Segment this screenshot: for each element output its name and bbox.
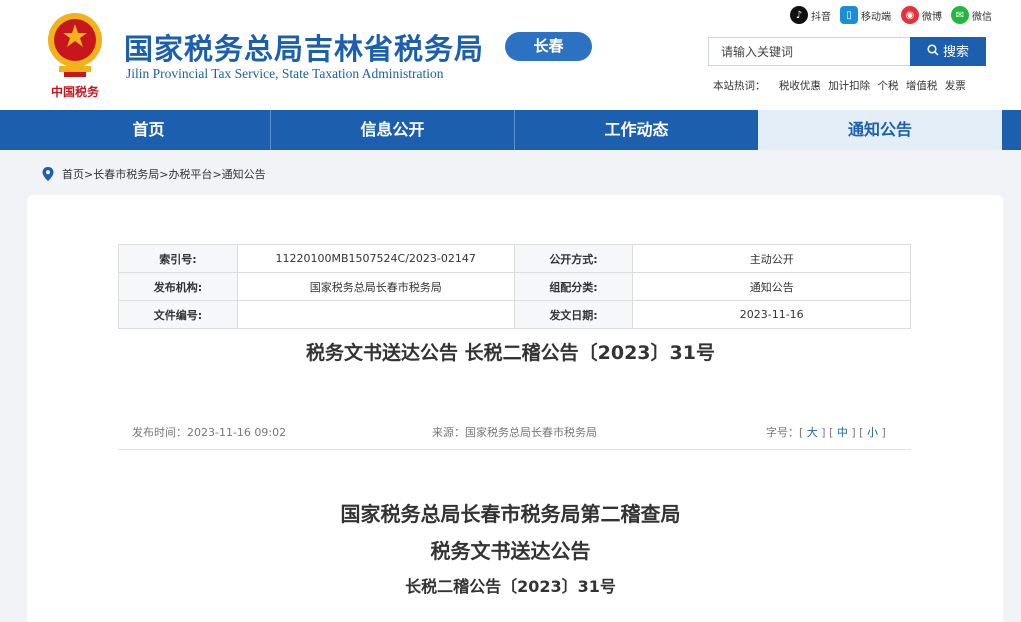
public-mode-label: 公开方式: — [513, 244, 634, 273]
doc-number-value — [236, 300, 515, 329]
category-label: 组配分类: — [513, 272, 634, 301]
publisher-value: 国家税务总局长春市税务局 — [236, 272, 515, 301]
nav-item-work-news[interactable]: 工作动态 — [515, 110, 758, 150]
index-label: 索引号: — [118, 244, 238, 273]
city-badge[interactable]: 长春 — [505, 32, 592, 61]
hot-keyword-item[interactable]: 发票 — [945, 80, 966, 92]
issue-date-label: 发文日期: — [513, 300, 634, 329]
breadcrumb-separator: > — [159, 167, 169, 181]
source: 来源：国家税务总局长春市税务局 — [432, 426, 597, 439]
divider — [118, 449, 911, 450]
site-title[interactable]: 国家税务总局吉林省税务局 — [124, 26, 484, 68]
body-heading-authority: 国家税务总局长春市税务局第二稽查局 — [340, 502, 681, 526]
hot-keywords: 本站热词： 税收优惠 加计扣除 个税 增值税 发票 — [713, 78, 970, 93]
emblem-caption: 中国税务 — [51, 84, 100, 99]
site-subtitle: Jilin Provincial Tax Service, State Taxa… — [126, 66, 444, 81]
hot-keyword-item[interactable]: 加计扣除 — [828, 80, 870, 92]
font-size-label: 字号： — [766, 426, 799, 439]
document-meta-table: 索引号: 11220100MB1507524C/2023-02147 公开方式:… — [118, 244, 911, 329]
douyin-label: 抖音 — [811, 11, 831, 23]
mobile-link[interactable]: ▯ 移动端 — [840, 6, 891, 24]
font-size-large-button[interactable]: 大 — [807, 426, 818, 439]
search-icon — [927, 37, 939, 66]
wechat-icon: ✉ — [951, 6, 969, 24]
hot-keyword-item[interactable]: 税收优惠 — [779, 80, 821, 92]
search-input[interactable] — [708, 37, 911, 66]
nav-item-notices[interactable]: 通知公告 — [758, 110, 1002, 150]
document-title: 税务文书送达公告 长税二稽公告〔2023〕31号 — [306, 342, 715, 364]
weibo-link[interactable]: ◉ 微博 — [901, 6, 942, 24]
font-size-control: 字号：[ 大 ] [ 中 ] [ 小 ] — [766, 426, 886, 439]
body-heading-doc-number: 长税二稽公告〔2023〕31号 — [405, 577, 616, 596]
breadcrumb-home[interactable]: 首页 — [62, 166, 84, 182]
breadcrumb-notices[interactable]: 通知公告 — [222, 166, 266, 182]
breadcrumb-separator: > — [212, 167, 222, 181]
wechat-label: 微信 — [972, 11, 992, 23]
font-size-small-button[interactable]: 小 — [867, 426, 878, 439]
breadcrumb-changchun[interactable]: 长春市税务局 — [93, 166, 159, 182]
breadcrumb-tax-platform[interactable]: 办税平台 — [168, 166, 212, 182]
body-heading-notice: 税务文书送达公告 — [430, 539, 591, 563]
table-row: 文件编号: 发文日期: 2023-11-16 — [118, 300, 911, 329]
table-row: 索引号: 11220100MB1507524C/2023-02147 公开方式:… — [118, 244, 911, 273]
issue-date-value: 2023-11-16 — [632, 300, 911, 329]
wechat-link[interactable]: ✉ 微信 — [951, 6, 992, 24]
search-button[interactable]: 搜索 — [910, 37, 986, 66]
weibo-icon: ◉ — [901, 6, 919, 24]
breadcrumb-separator: > — [84, 167, 94, 181]
search-button-label: 搜索 — [942, 44, 969, 59]
doc-number-label: 文件编号: — [118, 300, 238, 329]
hot-keyword-item[interactable]: 增值税 — [906, 80, 938, 92]
mobile-icon: ▯ — [840, 6, 858, 24]
location-pin-icon — [42, 167, 54, 181]
index-value: 11220100MB1507524C/2023-02147 — [236, 244, 515, 273]
breadcrumb: 首页 > 长春市税务局 > 办税平台 > 通知公告 — [42, 166, 266, 182]
publisher-label: 发布机构: — [118, 272, 238, 301]
nav-item-info-disclosure[interactable]: 信息公开 — [271, 110, 514, 150]
publish-time: 发布时间：2023-11-16 09:02 — [132, 426, 287, 439]
hot-keywords-label: 本站热词： — [713, 80, 766, 92]
font-size-medium-button[interactable]: 中 — [837, 426, 848, 439]
douyin-link[interactable]: ♪ 抖音 — [790, 6, 831, 24]
weibo-label: 微博 — [922, 11, 942, 23]
category-value: 通知公告 — [632, 272, 911, 301]
table-row: 发布机构: 国家税务总局长春市税务局 组配分类: 通知公告 — [118, 272, 911, 301]
public-mode-value: 主动公开 — [632, 244, 911, 273]
hot-keyword-item[interactable]: 个税 — [878, 80, 899, 92]
site-header: 中国税务 国家税务总局吉林省税务局 Jilin Provincial Tax S… — [0, 0, 1021, 110]
nav-item-home[interactable]: 首页 — [27, 110, 270, 150]
mobile-label: 移动端 — [861, 11, 891, 23]
main-nav: 首页 信息公开 工作动态 通知公告 — [0, 110, 1021, 150]
tax-emblem-icon: 中国税务 — [48, 13, 102, 99]
douyin-icon: ♪ — [790, 6, 808, 24]
